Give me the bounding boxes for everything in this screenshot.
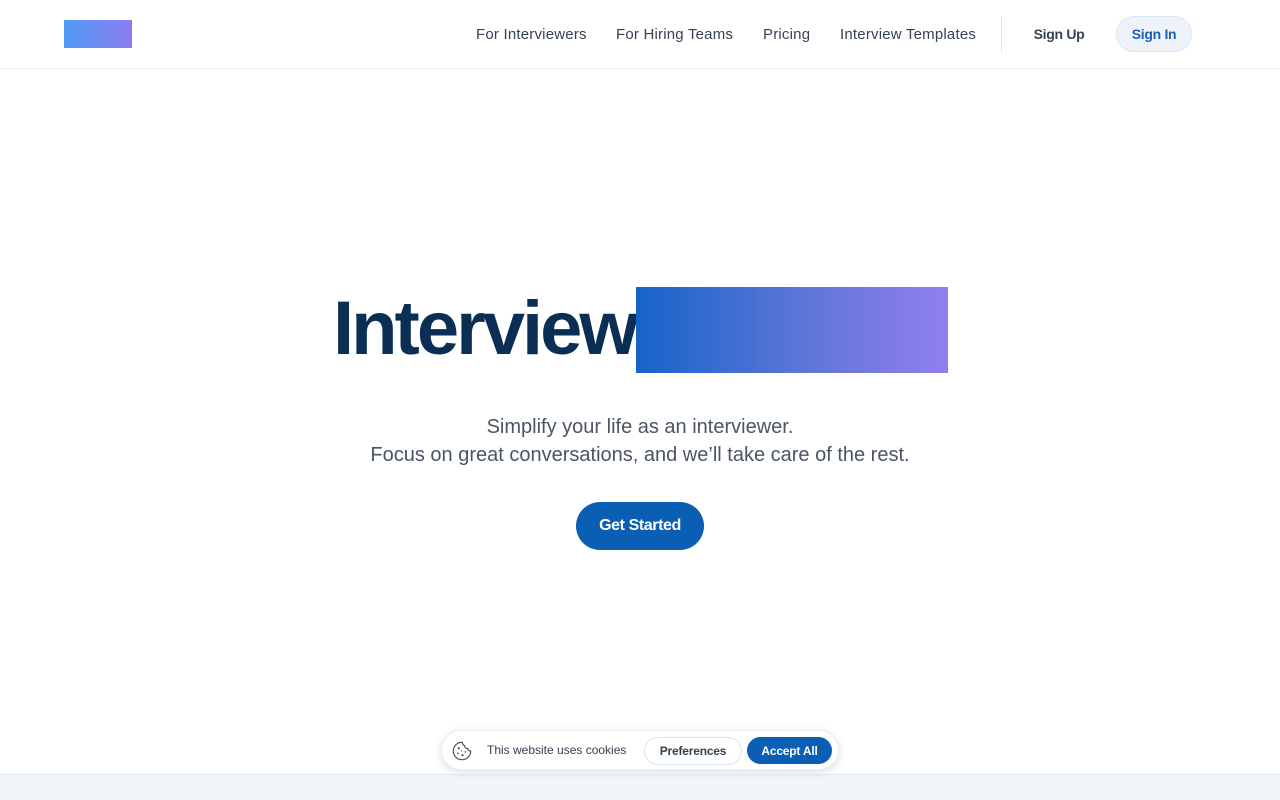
nav-link-pricing[interactable]: Pricing bbox=[763, 0, 810, 68]
hero-subtitle-line-1: Simplify your life as an interviewer. bbox=[486, 416, 794, 438]
cookie-accept-all-button[interactable]: Accept All bbox=[747, 737, 832, 764]
nav-divider bbox=[1001, 16, 1002, 53]
cookie-icon bbox=[452, 741, 472, 761]
sign-up-button[interactable]: Sign Up bbox=[1018, 16, 1100, 52]
footer-band bbox=[0, 774, 1280, 800]
nav-link-for-hiring-teams[interactable]: For Hiring Teams bbox=[616, 0, 733, 68]
sign-in-button[interactable]: Sign In bbox=[1116, 16, 1192, 52]
logo[interactable] bbox=[64, 20, 132, 48]
cookie-preferences-button[interactable]: Preferences bbox=[644, 737, 742, 765]
get-started-button[interactable]: Get Started bbox=[576, 502, 704, 550]
nav-link-for-interviewers[interactable]: For Interviewers bbox=[476, 0, 587, 68]
hero-title: Interview bbox=[333, 286, 638, 371]
hero-subtitle-line-2: Focus on great conversations, and we’ll … bbox=[370, 444, 910, 466]
site-header: For Interviewers For Hiring Teams Pricin… bbox=[0, 0, 1280, 69]
nav-link-interview-templates[interactable]: Interview Templates bbox=[840, 0, 976, 68]
hero-gradient-banner bbox=[636, 287, 948, 373]
cookie-banner: This website uses cookies Preferences Ac… bbox=[441, 730, 839, 770]
cookie-message: This website uses cookies bbox=[487, 743, 627, 757]
